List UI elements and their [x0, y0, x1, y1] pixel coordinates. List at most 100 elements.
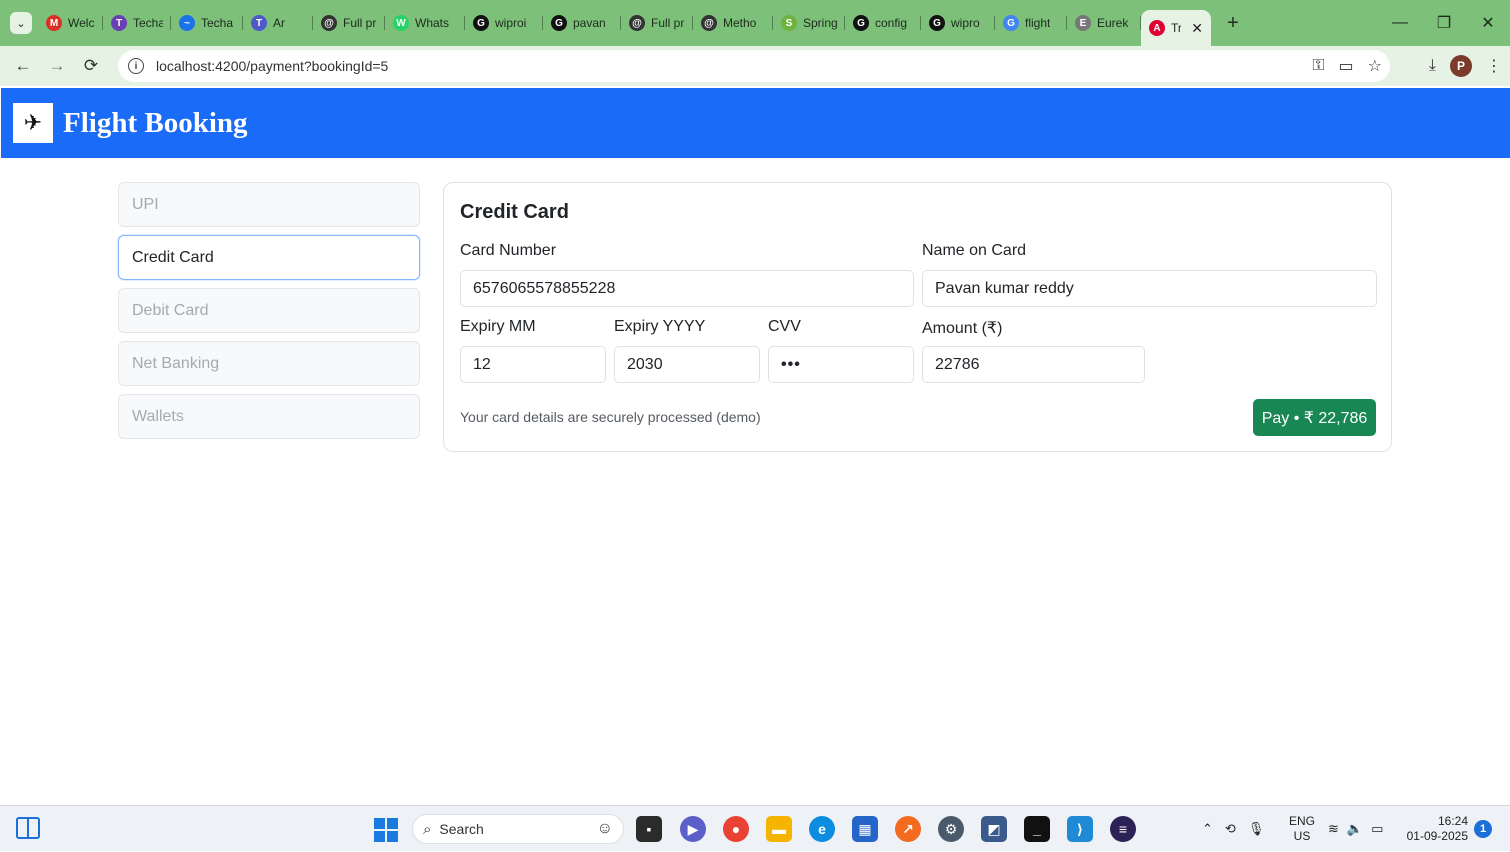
browser-tab-label: Eurek — [1097, 16, 1129, 30]
browser-tab[interactable]: T Techa — [103, 8, 171, 38]
teams-chat-icon[interactable]: ▶ — [680, 816, 706, 842]
clock[interactable]: 16:24 01-09-2025 — [1406, 814, 1468, 844]
browser-tab[interactable]: @ Full pr — [313, 8, 385, 38]
browser-tab-label: Full pr — [651, 16, 685, 30]
terminal-icon[interactable]: _ — [1024, 816, 1050, 842]
search-highlight-icon: ☺ — [596, 820, 613, 837]
password-key-icon[interactable]: ⚿ — [1312, 57, 1324, 75]
sts-ide-icon[interactable]: ◩ — [981, 816, 1007, 842]
menu-kebab-icon[interactable]: ⋮ — [1486, 56, 1502, 76]
wifi-icon: ≋ — [1328, 821, 1339, 836]
browser-tab-label: Spring — [803, 16, 837, 30]
payment-method-upi[interactable]: UPI — [118, 182, 420, 227]
browser-tab-label: Tr — [1171, 21, 1182, 35]
github-icon: G — [929, 15, 945, 31]
language-region: US — [1293, 829, 1311, 843]
browser-tab[interactable]: T Ar — [243, 8, 313, 38]
card-number-input[interactable]: 6576065578855228 — [460, 270, 914, 307]
expiry-mm-input[interactable]: 12 — [460, 346, 606, 383]
browser-tab[interactable]: Gconfig — [845, 8, 921, 38]
status-icons[interactable]: ≋ 🔈 ▭ — [1328, 806, 1383, 852]
taskbar-search-box[interactable]: ⌕ Search ☺ — [412, 814, 624, 844]
browser-tab-active[interactable]: A Tr ✕ — [1141, 10, 1211, 46]
download-icon[interactable]: ⤓ — [1429, 57, 1436, 75]
address-bar[interactable]: i localhost:4200/payment?bookingId=5 ⚿ ▭… — [118, 50, 1390, 82]
file-explorer-icon[interactable]: ▬ — [766, 816, 792, 842]
payment-method-net-banking[interactable]: Net Banking — [118, 341, 420, 386]
browser-tab[interactable]: ~ Techa — [171, 8, 243, 38]
expiry-yyyy-input[interactable]: 2030 — [614, 346, 760, 383]
minimize-icon[interactable]: — — [1378, 0, 1422, 46]
browser-tab[interactable]: W Whats — [385, 8, 465, 38]
card-autofill-icon[interactable]: ▭ — [1339, 56, 1354, 76]
back-arrow-icon[interactable]: ← — [6, 49, 40, 83]
postman-icon[interactable]: ↗ — [895, 816, 921, 842]
payment-form-card: Credit Card Card Number 6576065578855228… — [443, 182, 1392, 452]
name-on-card-input[interactable]: Pavan kumar reddy — [922, 270, 1377, 307]
openai-icon: @ — [629, 15, 645, 31]
payment-method-wallets[interactable]: Wallets — [118, 394, 420, 439]
battery-icon: ▭ — [1371, 821, 1384, 836]
system-tray: ⌃ ⟲ 🎙 — [1202, 806, 1264, 852]
start-windows-icon[interactable] — [374, 818, 398, 842]
taskbar-search-label: Search — [439, 821, 484, 837]
microphone-icon[interactable]: 🎙 — [1248, 821, 1265, 837]
browser-tab[interactable]: Gflight — [995, 8, 1067, 38]
teams-icon: T — [251, 15, 267, 31]
address-url[interactable]: localhost:4200/payment?bookingId=5 — [156, 58, 388, 74]
site-info-icon[interactable]: i — [128, 58, 144, 74]
notification-badge[interactable]: 1 — [1474, 820, 1492, 838]
widgets-icon[interactable] — [16, 817, 40, 839]
browser-tab[interactable]: @ Metho — [693, 8, 773, 38]
new-tab-button[interactable]: + — [1221, 12, 1245, 35]
show-hidden-icons-chevron-icon[interactable]: ⌃ — [1202, 821, 1213, 837]
restore-icon[interactable]: ❐ — [1422, 0, 1466, 46]
browser-tab-label: pavan — [573, 16, 606, 30]
browser-tab[interactable]: Gpavan — [543, 8, 621, 38]
close-tab-icon[interactable]: ✕ — [1191, 20, 1203, 37]
eclipse-icon[interactable]: ≡ — [1110, 816, 1136, 842]
pay-button[interactable]: Pay • ₹ 22,786 — [1253, 399, 1376, 436]
tab-search-chevron-icon[interactable]: ⌄ — [10, 12, 32, 34]
language-indicator[interactable]: ENG US — [1289, 814, 1315, 844]
vscode-icon[interactable]: ⟩ — [1067, 816, 1093, 842]
payment-method-debit-card[interactable]: Debit Card — [118, 288, 420, 333]
browser-tabstrip: ⌄ M Welco T Techa ~ Techa T Ar @ Full pr W Whats Gwi… — [0, 0, 1510, 46]
browser-tab[interactable]: Gwiproi — [465, 8, 543, 38]
browser-tab[interactable]: S Spring — [773, 8, 845, 38]
profile-avatar[interactable]: P — [1450, 55, 1472, 77]
amount-label: Amount (₹) — [922, 320, 1003, 337]
window-controls: — ❐ ✕ — [1378, 0, 1510, 46]
google-icon: G — [1003, 15, 1019, 31]
browser-tab[interactable]: @ Full pr — [621, 8, 693, 38]
forward-arrow-icon[interactable]: → — [40, 49, 74, 83]
cvv-input[interactable]: ••• — [768, 346, 914, 383]
browser-tab[interactable]: Gwipro — [921, 8, 995, 38]
card-number-label: Card Number — [460, 242, 557, 259]
globe-icon: E — [1075, 15, 1091, 31]
amount-input[interactable]: 22786 — [922, 346, 1145, 383]
browser-tab-label: Ar — [273, 16, 285, 30]
browser-tab[interactable]: E Eurek — [1067, 8, 1141, 38]
settings-gear-icon[interactable]: ⚙ — [938, 816, 964, 842]
github-icon: G — [853, 15, 869, 31]
bookmark-star-icon[interactable]: ☆ — [1368, 56, 1382, 76]
close-window-icon[interactable]: ✕ — [1466, 0, 1510, 46]
github-icon: G — [473, 15, 489, 31]
task-view-icon[interactable]: ▪ — [636, 816, 662, 842]
chrome-taskbar-icon[interactable]: ● — [723, 816, 749, 842]
search-icon: ⌕ — [423, 820, 432, 838]
sync-icon[interactable]: ⟲ — [1225, 821, 1236, 837]
tab-list: M Welco T Techa ~ Techa T Ar @ Full pr W Whats Gwipr… — [38, 0, 1211, 46]
gmail-icon: M — [46, 15, 62, 31]
browser-tab[interactable]: M Welco — [38, 8, 103, 38]
techademy-icon: T — [111, 15, 127, 31]
store-icon[interactable]: ▦ — [852, 816, 878, 842]
reload-icon[interactable]: ⟳ — [74, 49, 108, 83]
brand-title[interactable]: Flight Booking — [63, 107, 248, 140]
payment-method-credit-card[interactable]: Credit Card — [118, 235, 420, 280]
edge-icon[interactable]: e — [809, 816, 835, 842]
secure-note: Your card details are securely processed… — [460, 409, 761, 425]
whatsapp-icon: W — [393, 15, 409, 31]
clock-date: 01-09-2025 — [1406, 829, 1468, 843]
